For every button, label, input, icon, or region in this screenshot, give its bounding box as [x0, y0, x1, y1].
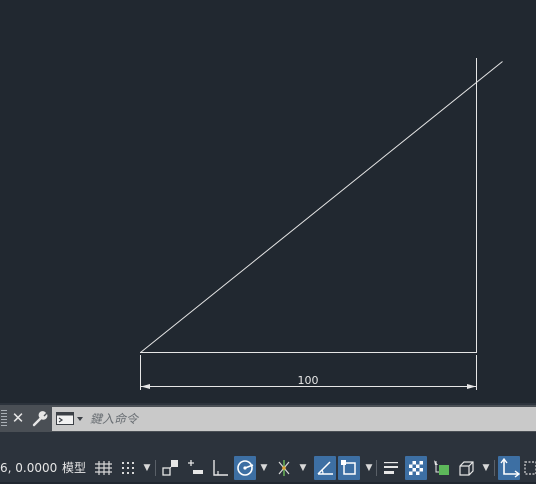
status-bar: 6, 0.0000 模型 ▼ ▼ ▼ ▼ ▼ — [0, 454, 536, 482]
chevron-down-icon[interactable]: ▼ — [364, 456, 374, 480]
dimension-arrow-right — [467, 384, 476, 389]
coordinates-readout[interactable]: 6, 0.0000 — [0, 458, 57, 482]
transparency-icon — [409, 461, 423, 475]
infer-constraints-icon[interactable] — [159, 456, 181, 480]
chevron-down-icon[interactable]: ▼ — [481, 456, 491, 480]
polar-tracking-button[interactable] — [234, 456, 256, 480]
wrench-icon[interactable] — [31, 410, 49, 428]
snap-mode-icon[interactable] — [117, 456, 139, 480]
dimension-text: 100 — [298, 374, 319, 387]
close-icon[interactable]: ✕ — [11, 408, 25, 428]
separator — [155, 460, 156, 476]
transparency-button[interactable] — [405, 456, 427, 480]
separator — [376, 460, 377, 476]
chevron-down-icon[interactable]: ▼ — [142, 456, 152, 480]
chevron-down-icon[interactable]: ▼ — [259, 456, 269, 480]
dynamic-ucs-button[interactable] — [498, 456, 521, 480]
separator — [494, 460, 495, 476]
object-snap-button[interactable] — [338, 456, 360, 480]
polar-tracking-icon — [237, 460, 254, 476]
dimension-arrow-left — [141, 384, 150, 389]
chevron-down-icon[interactable]: ▼ — [298, 456, 308, 480]
command-prompt-icon[interactable] — [56, 411, 86, 427]
hypotenuse-line[interactable] — [140, 61, 503, 353]
selection-cycling-icon[interactable] — [430, 456, 452, 480]
drawing-canvas[interactable]: 100 — [0, 0, 536, 403]
3d-object-snap-icon[interactable] — [455, 456, 477, 480]
command-input-box[interactable]: 鍵入命令 — [52, 407, 536, 431]
object-snap-icon — [341, 460, 356, 475]
status-gap — [0, 432, 536, 454]
isometric-drafting-icon[interactable] — [273, 456, 295, 480]
drawing-svg: 100 — [140, 58, 503, 390]
lineweight-icon[interactable] — [380, 456, 402, 480]
annotation-monitor-icon[interactable] — [522, 456, 536, 480]
model-space-button[interactable]: 模型 — [59, 458, 89, 478]
command-input-placeholder[interactable]: 鍵入命令 — [90, 411, 138, 427]
command-line-bar: ✕ 鍵入命令 — [0, 405, 536, 432]
object-snap-tracking-icon — [317, 461, 333, 475]
dynamic-input-icon[interactable] — [184, 456, 206, 480]
object-snap-tracking-button[interactable] — [314, 456, 336, 480]
grid-icon[interactable] — [92, 456, 114, 480]
ortho-mode-icon[interactable] — [209, 456, 231, 480]
grip-handle[interactable] — [1, 410, 7, 427]
dynamic-ucs-icon — [500, 457, 521, 478]
